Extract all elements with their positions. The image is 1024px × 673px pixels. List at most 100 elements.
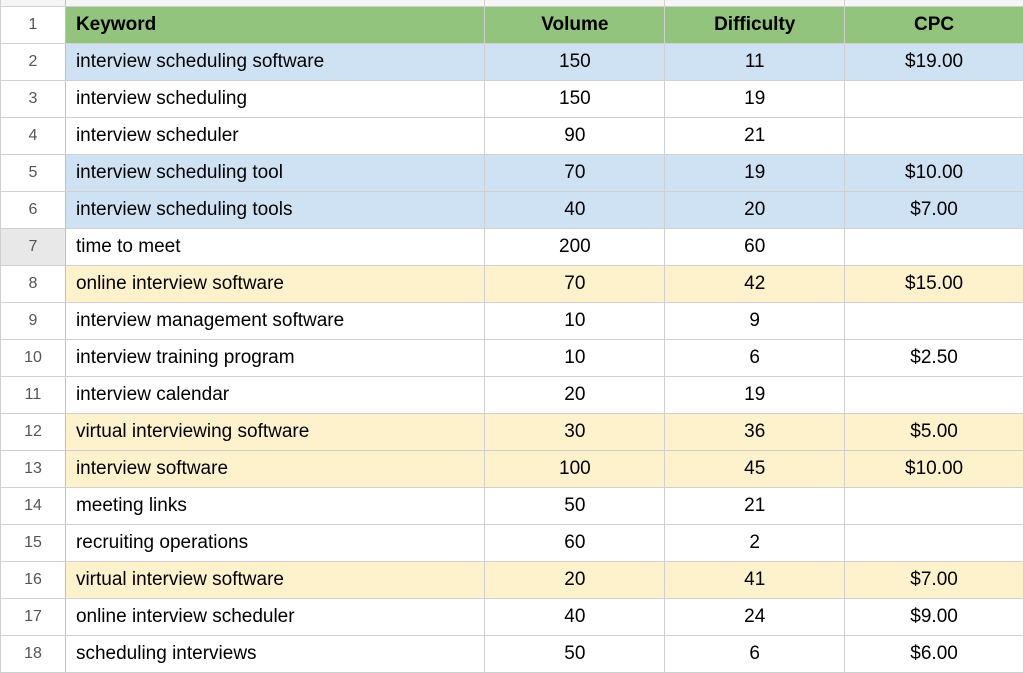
cell-difficulty[interactable]: 60 (665, 228, 845, 265)
cell-keyword[interactable]: interview training program (65, 339, 485, 376)
cell-volume[interactable]: 50 (485, 635, 665, 672)
cell-volume[interactable]: 90 (485, 117, 665, 154)
cell-cpc[interactable] (845, 117, 1024, 154)
cell-cpc[interactable]: $7.00 (845, 561, 1024, 598)
cell-cpc[interactable]: $15.00 (845, 265, 1024, 302)
cell-volume[interactable]: 70 (485, 154, 665, 191)
cell-keyword[interactable]: interview scheduling software (65, 43, 485, 80)
cell-difficulty[interactable]: 9 (665, 302, 845, 339)
header-volume[interactable]: Volume (485, 6, 665, 43)
cell-cpc[interactable]: $10.00 (845, 450, 1024, 487)
row-number[interactable]: 15 (1, 524, 66, 561)
cell-keyword[interactable]: interview calendar (65, 376, 485, 413)
table-row: 15 recruiting operations 60 2 (1, 524, 1024, 561)
cell-cpc[interactable] (845, 376, 1024, 413)
cell-cpc[interactable]: $7.00 (845, 191, 1024, 228)
row-number[interactable]: 14 (1, 487, 66, 524)
cell-volume[interactable]: 30 (485, 413, 665, 450)
row-number[interactable]: 4 (1, 117, 66, 154)
cell-volume[interactable]: 70 (485, 265, 665, 302)
cell-cpc[interactable]: $9.00 (845, 598, 1024, 635)
cell-volume[interactable]: 40 (485, 191, 665, 228)
cell-keyword[interactable]: time to meet (65, 228, 485, 265)
row-number[interactable]: 18 (1, 635, 66, 672)
cell-keyword[interactable]: interview scheduling (65, 80, 485, 117)
cell-keyword[interactable]: interview software (65, 450, 485, 487)
cell-difficulty[interactable]: 6 (665, 339, 845, 376)
cell-cpc[interactable] (845, 487, 1024, 524)
row-number[interactable]: 12 (1, 413, 66, 450)
row-number[interactable]: 7 (1, 228, 66, 265)
row-number[interactable]: 2 (1, 43, 66, 80)
cell-cpc[interactable]: $19.00 (845, 43, 1024, 80)
cell-keyword[interactable]: virtual interview software (65, 561, 485, 598)
table-row: 6 interview scheduling tools 40 20 $7.00 (1, 191, 1024, 228)
cell-keyword[interactable]: recruiting operations (65, 524, 485, 561)
cell-volume[interactable]: 200 (485, 228, 665, 265)
cell-keyword[interactable]: interview scheduling tools (65, 191, 485, 228)
header-difficulty[interactable]: Difficulty (665, 6, 845, 43)
cell-keyword[interactable]: interview scheduling tool (65, 154, 485, 191)
cell-cpc[interactable] (845, 228, 1024, 265)
cell-difficulty[interactable]: 20 (665, 191, 845, 228)
table-row: 4 interview scheduler 90 21 (1, 117, 1024, 154)
row-number[interactable]: 9 (1, 302, 66, 339)
header-keyword[interactable]: Keyword (65, 6, 485, 43)
cell-keyword[interactable]: meeting links (65, 487, 485, 524)
cell-volume[interactable]: 40 (485, 598, 665, 635)
cell-difficulty[interactable]: 6 (665, 635, 845, 672)
cell-cpc[interactable]: $10.00 (845, 154, 1024, 191)
spreadsheet-grid[interactable]: 1 Keyword Volume Difficulty CPC 2 interv… (0, 0, 1024, 673)
cell-cpc[interactable]: $2.50 (845, 339, 1024, 376)
row-number[interactable]: 1 (1, 6, 66, 43)
cell-volume[interactable]: 60 (485, 524, 665, 561)
cell-difficulty[interactable]: 36 (665, 413, 845, 450)
cell-cpc[interactable] (845, 80, 1024, 117)
cell-difficulty[interactable]: 21 (665, 487, 845, 524)
row-number[interactable]: 5 (1, 154, 66, 191)
row-number[interactable]: 16 (1, 561, 66, 598)
row-number[interactable]: 10 (1, 339, 66, 376)
cell-cpc[interactable]: $6.00 (845, 635, 1024, 672)
table-row: 14 meeting links 50 21 (1, 487, 1024, 524)
cell-difficulty[interactable]: 11 (665, 43, 845, 80)
cell-cpc[interactable] (845, 524, 1024, 561)
cell-difficulty[interactable]: 45 (665, 450, 845, 487)
cell-volume[interactable]: 20 (485, 561, 665, 598)
row-number[interactable]: 3 (1, 80, 66, 117)
cell-difficulty[interactable]: 19 (665, 154, 845, 191)
cell-difficulty[interactable]: 24 (665, 598, 845, 635)
row-number[interactable]: 13 (1, 450, 66, 487)
cell-keyword[interactable]: scheduling interviews (65, 635, 485, 672)
header-row: 1 Keyword Volume Difficulty CPC (1, 6, 1024, 43)
table-row: 17 online interview scheduler 40 24 $9.0… (1, 598, 1024, 635)
cell-volume[interactable]: 10 (485, 339, 665, 376)
cell-volume[interactable]: 20 (485, 376, 665, 413)
cell-difficulty[interactable]: 21 (665, 117, 845, 154)
table-row: 3 interview scheduling 150 19 (1, 80, 1024, 117)
cell-cpc[interactable] (845, 302, 1024, 339)
cell-volume[interactable]: 150 (485, 80, 665, 117)
header-cpc[interactable]: CPC (845, 6, 1024, 43)
cell-difficulty[interactable]: 19 (665, 80, 845, 117)
row-number[interactable]: 11 (1, 376, 66, 413)
row-number[interactable]: 8 (1, 265, 66, 302)
row-number[interactable]: 6 (1, 191, 66, 228)
cell-volume[interactable]: 150 (485, 43, 665, 80)
cell-keyword[interactable]: virtual interviewing software (65, 413, 485, 450)
cell-keyword[interactable]: interview management software (65, 302, 485, 339)
table-row: 12 virtual interviewing software 30 36 $… (1, 413, 1024, 450)
cell-difficulty[interactable]: 41 (665, 561, 845, 598)
cell-keyword[interactable]: online interview software (65, 265, 485, 302)
cell-difficulty[interactable]: 2 (665, 524, 845, 561)
cell-volume[interactable]: 10 (485, 302, 665, 339)
cell-keyword[interactable]: interview scheduler (65, 117, 485, 154)
cell-volume[interactable]: 100 (485, 450, 665, 487)
row-number[interactable]: 17 (1, 598, 66, 635)
cell-difficulty[interactable]: 42 (665, 265, 845, 302)
cell-volume[interactable]: 50 (485, 487, 665, 524)
cell-keyword[interactable]: online interview scheduler (65, 598, 485, 635)
cell-cpc[interactable]: $5.00 (845, 413, 1024, 450)
table-row: 7 time to meet 200 60 (1, 228, 1024, 265)
cell-difficulty[interactable]: 19 (665, 376, 845, 413)
